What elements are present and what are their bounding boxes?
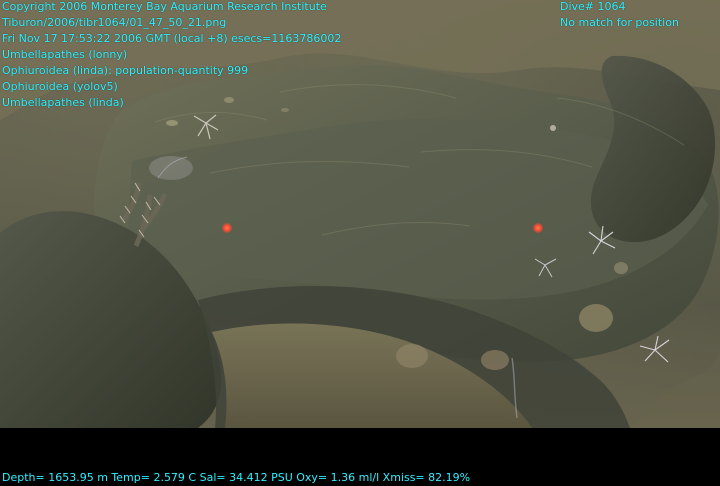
underwater-video-frame: Copyright 2006 Monterey Bay Aquarium Res… [0, 0, 720, 486]
metadata-overlay-left: Copyright 2006 Monterey Bay Aquarium Res… [2, 0, 341, 111]
laser-dot-right [532, 222, 544, 234]
laser-dot-left [221, 222, 233, 234]
dive-number: Dive# 1064 [560, 0, 626, 13]
overlay-line-annotation-1: Umbellapathes (lonny) [2, 48, 128, 61]
sensor-readout-bar: Depth= 1653.95 m Temp= 2.579 C Sal= 34.4… [2, 470, 470, 486]
overlay-line-copyright: Copyright 2006 Monterey Bay Aquarium Res… [2, 0, 327, 13]
overlay-line-annotation-3: Ophiuroidea (yolov5) [2, 80, 118, 93]
overlay-line-image-path: Tiburon/2006/tibr1064/01_47_50_21.png [2, 16, 227, 29]
sensor-readout: Depth= 1653.95 m Temp= 2.579 C Sal= 34.4… [2, 471, 471, 484]
soft-coral [149, 156, 193, 180]
overlay-line-annotation-4: Umbellapathes (linda) [2, 96, 124, 109]
metadata-overlay-right: Dive# 1064 No match for position [560, 0, 679, 31]
position-status: No match for position [560, 16, 679, 29]
overlay-line-timestamp: Fri Nov 17 17:53:22 2006 GMT (local +8) … [2, 32, 342, 45]
overlay-line-annotation-2: Ophiuroidea (linda): population-quantity… [2, 64, 249, 77]
